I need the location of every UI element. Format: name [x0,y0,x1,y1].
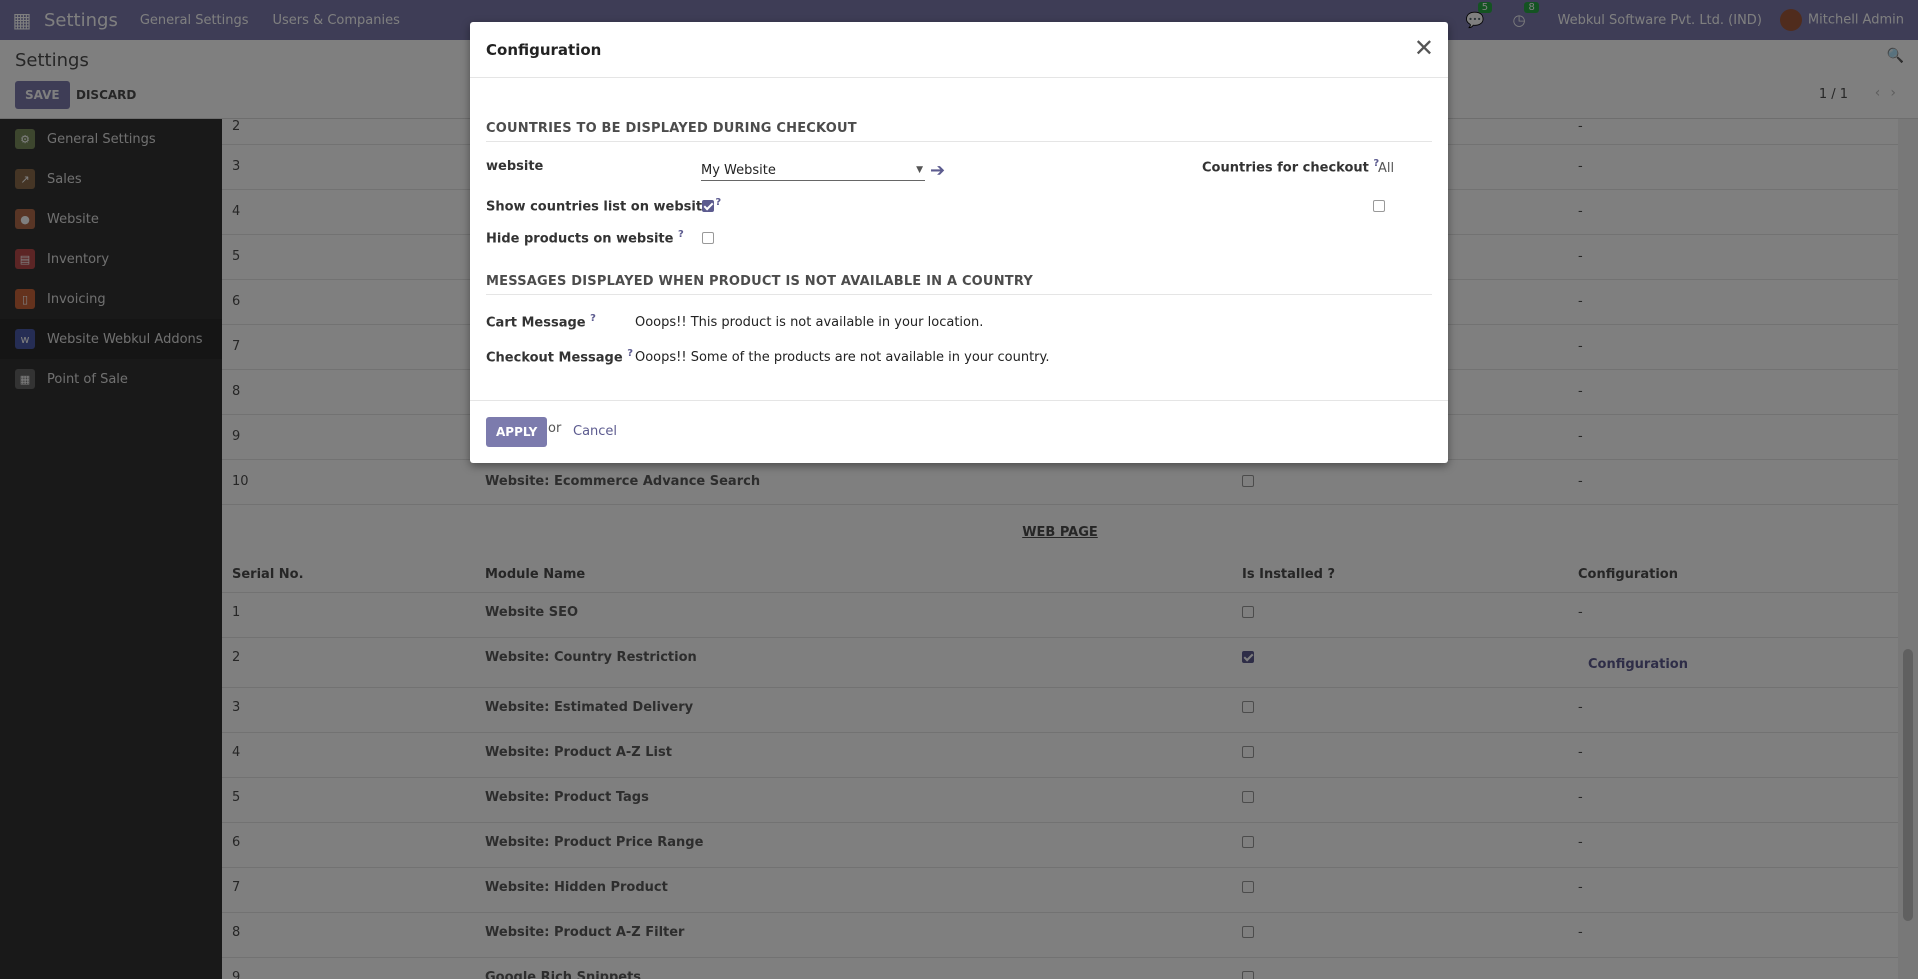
show-countries-checkbox[interactable] [702,200,714,216]
checkout-message-value[interactable]: Ooops!! Some of the products are not ava… [635,350,1049,365]
cart-message-label: Cart Message ? [486,313,596,330]
website-select-value: My Website [701,163,776,178]
section-messages: MESSAGES DISPLAYED WHEN PRODUCT IS NOT A… [486,274,1432,295]
hide-products-text: Hide products on website [486,231,674,247]
website-label: website [486,159,544,174]
dialog-footer: APPLY or Cancel [470,400,1448,463]
help-icon[interactable]: ? [627,348,633,359]
countries-label-text: Countries for checkout [1202,160,1369,176]
help-icon[interactable]: ? [678,229,684,240]
help-icon[interactable]: ? [590,313,596,324]
chevron-down-icon[interactable]: ▼ [916,165,923,175]
countries-all-checkbox[interactable] [1373,200,1385,216]
countries-for-checkout-value[interactable]: All [1378,161,1394,176]
countries-for-checkout-label: Countries for checkout ? [1202,158,1379,175]
configuration-dialog: Configuration ✕ COUNTRIES TO BE DISPLAYE… [470,22,1448,463]
website-select[interactable]: My Website ▼ [701,163,925,181]
apply-button[interactable]: APPLY [486,417,548,447]
checkout-message-label: Checkout Message ? [486,348,633,365]
hide-products-checkbox[interactable] [702,232,714,248]
dialog-header: Configuration ✕ [470,22,1448,78]
dialog-title: Configuration [486,41,602,59]
internal-link-arrow-icon[interactable]: ➔ [930,160,945,181]
checkout-message-text: Checkout Message [486,350,623,366]
help-icon[interactable]: ? [715,197,721,208]
cart-message-value[interactable]: Ooops!! This product is not available in… [635,315,983,330]
section-countries-checkout: COUNTRIES TO BE DISPLAYED DURING CHECKOU… [486,121,1432,142]
cancel-button[interactable]: Cancel [573,424,617,439]
show-countries-label: Show countries list on website ? [486,197,721,214]
cart-message-text: Cart Message [486,315,586,331]
or-text: or [548,421,562,436]
close-icon[interactable]: ✕ [1414,34,1434,62]
show-countries-text: Show countries list on website [486,199,711,215]
hide-products-label: Hide products on website ? [486,229,684,246]
